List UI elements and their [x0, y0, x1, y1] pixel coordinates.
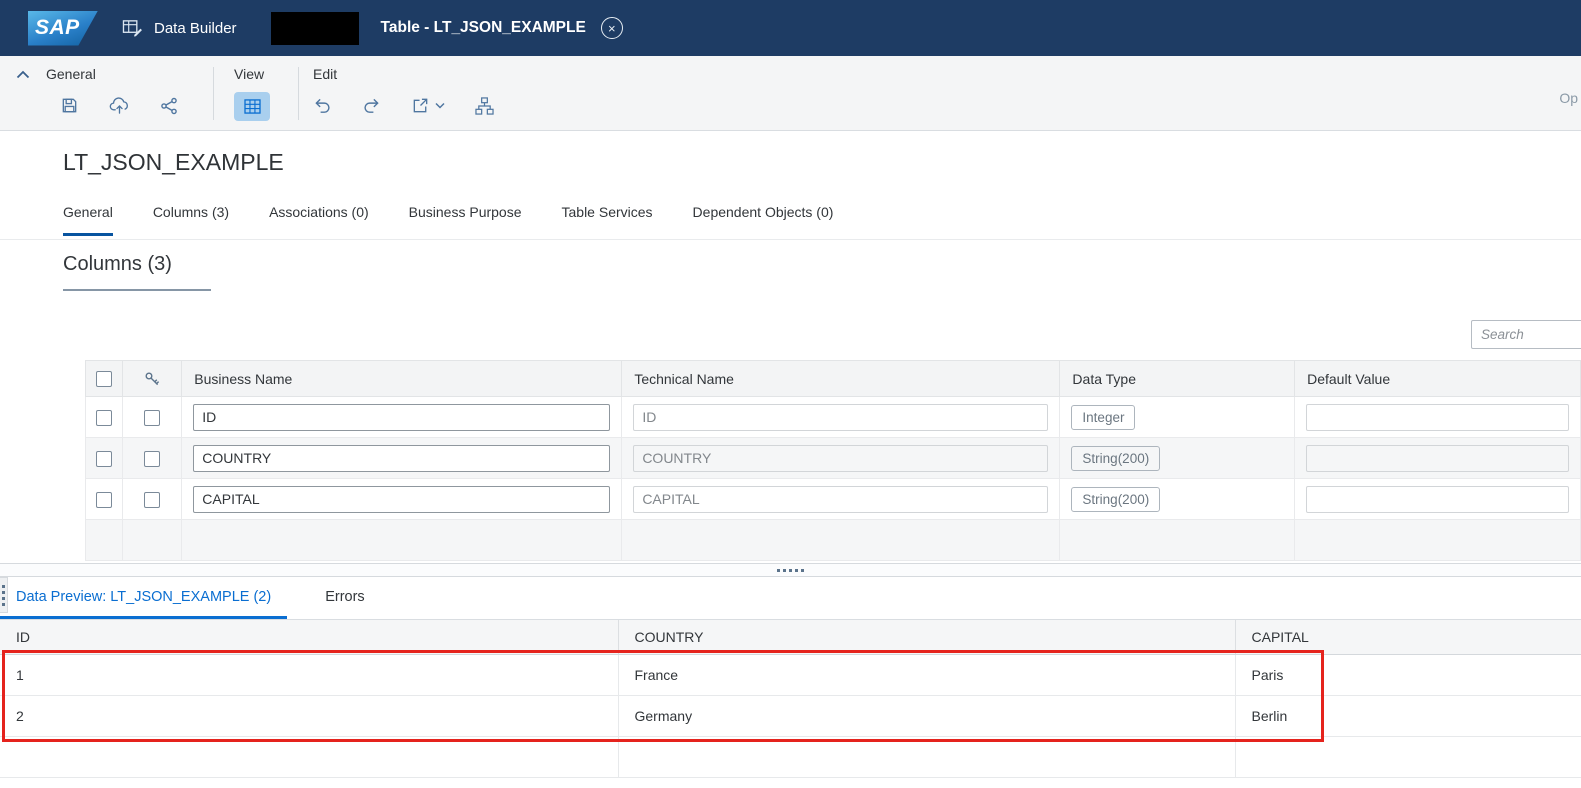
- default-value-input[interactable]: [1306, 403, 1569, 431]
- default-value-input[interactable]: [1306, 485, 1569, 513]
- preview-row: 1 France Paris: [0, 654, 1581, 696]
- preview-row: 2 Germany Berlin: [0, 695, 1581, 737]
- columns-table-header-row: Business Name Technical Name Data Type D…: [84, 360, 1581, 397]
- preview-header-capital: CAPITAL: [1235, 620, 1581, 655]
- object-tabs: General Columns (3) Associations (0) Bus…: [63, 204, 833, 236]
- preview-header-id: ID: [0, 620, 619, 655]
- preview-table: ID COUNTRY CAPITAL 1 France Paris 2 Germ…: [0, 620, 1581, 778]
- business-name-input[interactable]: [193, 403, 611, 431]
- row-key-checkbox[interactable]: [144, 409, 161, 426]
- tab-business-purpose[interactable]: Business Purpose: [409, 204, 522, 236]
- redo-icon[interactable]: [362, 97, 381, 114]
- toolbar-right-cut-button[interactable]: Op: [1559, 90, 1578, 106]
- save-icon[interactable]: [60, 96, 79, 115]
- collapse-header-chevron-up-icon[interactable]: [16, 70, 30, 79]
- preview-row-empty: [0, 736, 1581, 778]
- vertical-splitter-handle[interactable]: [0, 577, 8, 613]
- tab-table-services[interactable]: Table Services: [562, 204, 653, 236]
- preview-cell: Berlin: [1235, 695, 1581, 737]
- hierarchy-icon[interactable]: [475, 96, 494, 115]
- header-technical-name: Technical Name: [621, 360, 1061, 397]
- horizontal-splitter[interactable]: [0, 563, 1581, 577]
- document-tab-title: Table - LT_JSON_EXAMPLE: [380, 19, 586, 36]
- close-icon[interactable]: ×: [600, 17, 623, 39]
- toolbar-group-label-edit: Edit: [313, 66, 338, 82]
- tab-errors[interactable]: Errors: [309, 577, 380, 619]
- export-icon[interactable]: [411, 96, 430, 115]
- technical-name-input[interactable]: [633, 485, 1049, 513]
- row-select-checkbox[interactable]: [96, 409, 113, 426]
- column-row-empty: [84, 519, 1581, 561]
- sap-logo-text: SAP: [35, 16, 80, 39]
- shell-bar: SAP Data Builder Table - LT_JSON_EXAMPLE…: [0, 0, 1581, 56]
- redacted-box: [270, 11, 359, 45]
- header-data-type: Data Type: [1059, 360, 1296, 397]
- preview-header-row: ID COUNTRY CAPITAL: [0, 620, 1581, 655]
- columns-section-title: Columns (3): [63, 253, 211, 291]
- tab-associations[interactable]: Associations (0): [269, 204, 369, 236]
- preview-tabs: Data Preview: LT_JSON_EXAMPLE (2) Errors: [0, 577, 1581, 620]
- export-menu-chevron-down-icon[interactable]: [435, 102, 445, 109]
- header-business-name: Business Name: [181, 360, 623, 397]
- undo-icon[interactable]: [313, 97, 332, 114]
- select-all-checkbox[interactable]: [96, 371, 113, 388]
- data-preview-panel: Data Preview: LT_JSON_EXAMPLE (2) Errors…: [0, 577, 1581, 788]
- business-name-input[interactable]: [193, 485, 611, 513]
- tab-columns[interactable]: Columns (3): [153, 204, 229, 236]
- preview-cell: 2: [0, 695, 619, 737]
- row-select-checkbox[interactable]: [96, 491, 113, 508]
- header-default-value: Default Value: [1294, 360, 1581, 397]
- business-name-input[interactable]: [193, 444, 611, 472]
- toolbar-group-edit: Edit: [299, 65, 494, 130]
- data-type-badge[interactable]: String(200): [1071, 486, 1161, 512]
- toolbar-group-label-general: General: [46, 66, 96, 82]
- column-row-country: String(200): [84, 437, 1581, 479]
- toolbar-group-general: General: [16, 65, 213, 130]
- table-grid-icon: [243, 99, 261, 114]
- share-icon[interactable]: [160, 96, 178, 115]
- data-builder-icon: [122, 18, 144, 38]
- table-view-toggle-button[interactable]: [234, 92, 270, 121]
- column-row-id: Integer: [84, 396, 1581, 438]
- toolbar: General View Edit Op: [0, 56, 1581, 131]
- app-title: Data Builder: [154, 19, 237, 37]
- preview-cell: 1: [0, 654, 619, 696]
- technical-name-input[interactable]: [633, 444, 1049, 472]
- row-key-checkbox[interactable]: [144, 450, 161, 467]
- tabs-divider-rule: [0, 239, 1581, 240]
- preview-header-country: COUNTRY: [618, 620, 1236, 655]
- page-title: LT_JSON_EXAMPLE: [63, 149, 284, 175]
- splitter-grip-dots: [777, 568, 804, 572]
- tab-general[interactable]: General: [63, 204, 113, 236]
- row-select-checkbox[interactable]: [96, 450, 113, 467]
- columns-table: Business Name Technical Name Data Type D…: [84, 360, 1581, 561]
- preview-cell: France: [618, 654, 1236, 696]
- tab-dependent-objects[interactable]: Dependent Objects (0): [693, 204, 834, 236]
- technical-name-input[interactable]: [633, 403, 1049, 431]
- tab-data-preview[interactable]: Data Preview: LT_JSON_EXAMPLE (2): [0, 577, 288, 619]
- sap-logo: SAP: [28, 10, 98, 46]
- data-type-badge[interactable]: Integer: [1071, 404, 1136, 430]
- row-key-checkbox[interactable]: [144, 491, 161, 508]
- key-icon: [144, 371, 160, 387]
- preview-cell: Paris: [1235, 654, 1581, 696]
- search-input[interactable]: [1471, 320, 1581, 349]
- column-row-capital: String(200): [84, 478, 1581, 520]
- toolbar-group-label-view: View: [234, 66, 265, 82]
- deploy-cloud-icon[interactable]: [109, 96, 130, 115]
- data-type-badge[interactable]: String(200): [1071, 445, 1161, 471]
- object-page: LT_JSON_EXAMPLE General Columns (3) Asso…: [0, 131, 1581, 563]
- preview-cell: Germany: [618, 695, 1236, 737]
- toolbar-group-view: View: [214, 65, 298, 130]
- default-value-input[interactable]: [1306, 444, 1569, 472]
